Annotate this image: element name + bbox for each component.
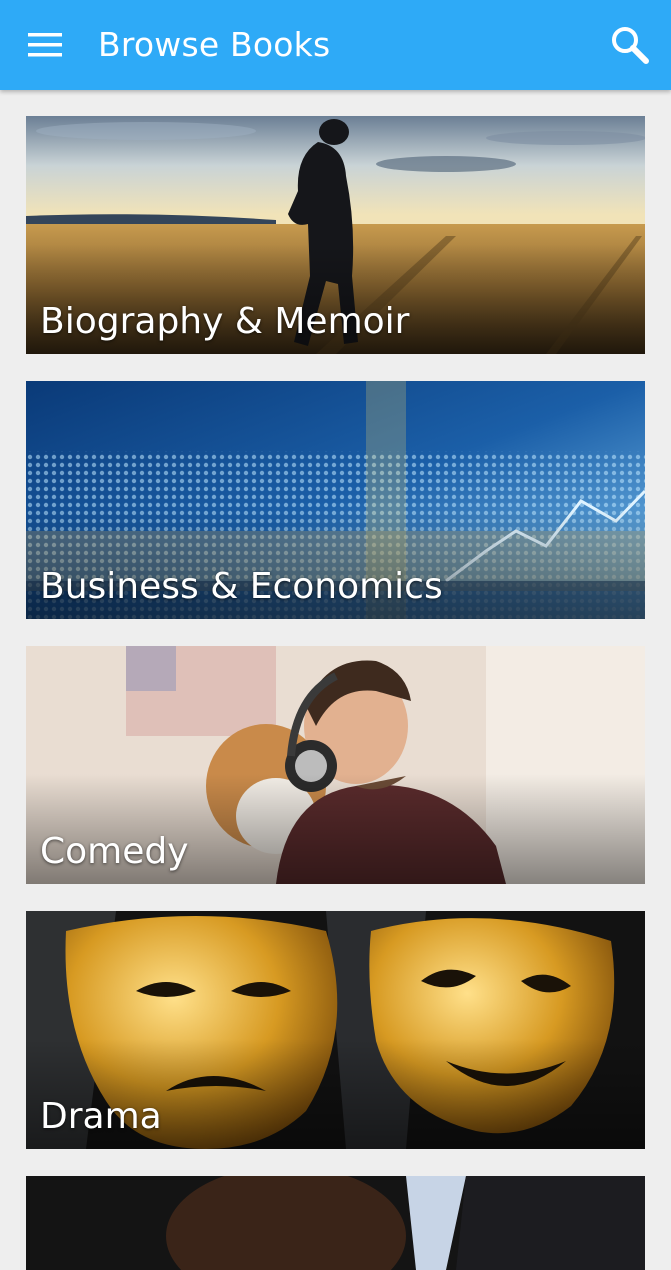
category-label: Biography & Memoir	[40, 301, 410, 342]
app-bar: Browse Books	[0, 0, 671, 90]
category-card-biography-memoir[interactable]: Biography & Memoir	[26, 116, 645, 354]
category-card-drama[interactable]: Drama	[26, 911, 645, 1149]
category-card-business-economics[interactable]: Business & Economics	[26, 381, 645, 619]
menu-button[interactable]	[14, 16, 76, 74]
partial-category-image	[26, 1176, 645, 1270]
category-label: Comedy	[40, 831, 189, 872]
category-card-comedy[interactable]: Comedy	[26, 646, 645, 884]
search-icon	[612, 27, 649, 64]
page-title: Browse Books	[98, 25, 331, 64]
category-label: Drama	[40, 1096, 162, 1137]
search-button[interactable]	[599, 16, 661, 74]
hamburger-menu-icon	[28, 33, 62, 57]
category-card-partial[interactable]	[26, 1176, 645, 1270]
category-label: Business & Economics	[40, 566, 443, 607]
